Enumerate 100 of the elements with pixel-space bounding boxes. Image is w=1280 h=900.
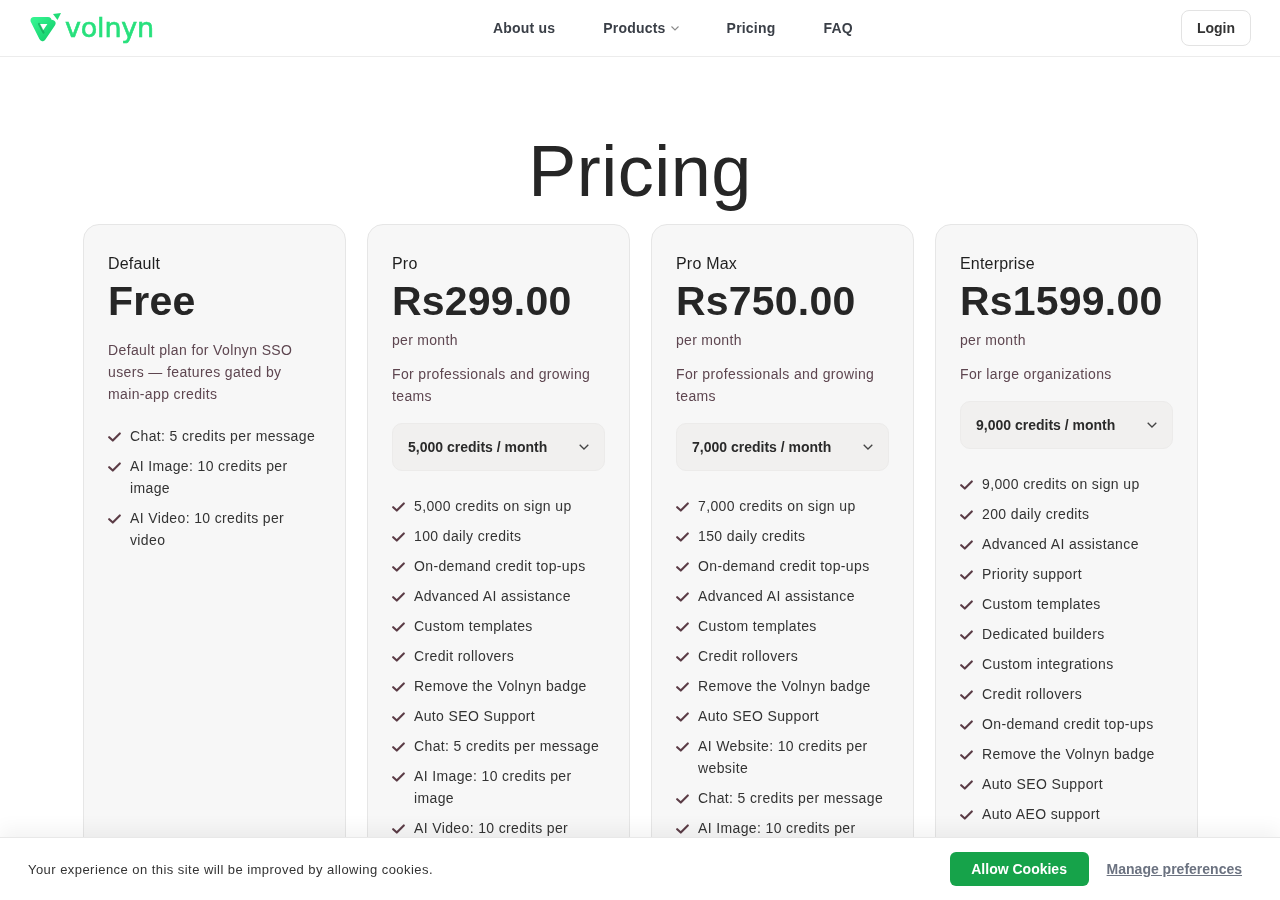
feature-text: Custom templates	[982, 595, 1101, 614]
check-icon	[960, 810, 973, 820]
plan-name: Default	[108, 254, 162, 274]
check-icon	[960, 600, 973, 610]
check-icon	[392, 532, 405, 542]
feature-text: Auto SEO Support	[982, 775, 1104, 794]
feature-text: Advanced AI assistance	[698, 587, 855, 606]
check-icon	[392, 824, 405, 834]
feature-text: Custom integrations	[982, 655, 1114, 674]
nav-link[interactable]: About us	[493, 20, 556, 36]
feature-text: Chat: 5 credits per message	[414, 737, 600, 756]
feature-text: Chat: 5 credits per message	[698, 789, 884, 808]
check-icon	[676, 824, 689, 834]
feature-text: Remove the Volnyn badge	[982, 745, 1155, 764]
check-icon	[676, 562, 689, 572]
check-icon	[960, 750, 973, 760]
plan-description: For professionals and growing teams	[676, 365, 876, 406]
nav-link[interactable]: FAQ	[823, 20, 853, 36]
feature-text: On-demand credit top-ups	[982, 715, 1154, 734]
nav-link[interactable]: Pricing	[726, 20, 776, 36]
feature-text: AI Image: 10 credits per image	[414, 767, 573, 808]
plan-name: Enterprise	[960, 254, 1036, 274]
feature-text: 150 daily credits	[698, 527, 806, 546]
plan-name: Pro Max	[676, 254, 738, 274]
check-icon	[960, 780, 973, 790]
check-icon	[392, 592, 405, 602]
check-icon	[676, 794, 689, 804]
check-icon	[676, 502, 689, 512]
check-icon	[960, 570, 973, 580]
check-icon	[392, 712, 405, 722]
feature-text: 5,000 credits on sign up	[414, 497, 572, 516]
check-icon	[960, 510, 973, 520]
check-icon	[676, 652, 689, 662]
check-icon	[960, 630, 973, 640]
feature-text: AI Image: 10 credits per	[698, 819, 856, 837]
check-icon	[960, 480, 973, 490]
check-icon	[392, 622, 405, 632]
plan-price: Rs299.00	[392, 278, 573, 324]
logo-text: volnyn	[65, 13, 154, 43]
feature-text: AI Video: 10 credits per	[414, 819, 569, 837]
check-icon	[392, 682, 405, 692]
check-icon	[676, 742, 689, 752]
check-icon	[960, 660, 973, 670]
check-icon	[676, 682, 689, 692]
check-icon	[392, 772, 405, 782]
nav-link[interactable]: Products	[603, 20, 679, 36]
check-icon	[108, 514, 121, 524]
plan-price: Free	[108, 278, 197, 324]
feature-text: Advanced AI assistance	[414, 587, 571, 606]
manage-preferences-link[interactable]: Manage preferences	[1106, 861, 1242, 877]
feature-text: Remove the Volnyn badge	[698, 677, 871, 696]
check-icon	[676, 622, 689, 632]
feature-text: Chat: 5 credits per message	[130, 427, 316, 446]
check-icon	[960, 690, 973, 700]
feature-text: 9,000 credits on sign up	[982, 475, 1140, 494]
check-icon	[676, 712, 689, 722]
price-period: per month	[960, 331, 1027, 350]
check-icon	[676, 532, 689, 542]
chevron-down-icon	[1147, 422, 1157, 428]
feature-text: Priority support	[982, 565, 1083, 584]
feature-text: Advanced AI assistance	[982, 535, 1139, 554]
plan-name: Pro	[392, 254, 419, 274]
feature-text: AI Image: 10 credits per image	[130, 457, 289, 498]
logo-icon	[28, 12, 61, 43]
feature-text: 200 daily credits	[982, 505, 1090, 524]
feature-text: On-demand credit top-ups	[414, 557, 586, 576]
feature-text: 7,000 credits on sign up	[698, 497, 856, 516]
page-title: Pricing	[527, 130, 753, 213]
plan-description: Default plan for Volnyn SSO users — features gated by main-app credits	[108, 341, 294, 404]
check-icon	[960, 720, 973, 730]
feature-text: 100 daily credits	[414, 527, 522, 546]
plan-price: Rs1599.00	[960, 278, 1164, 324]
feature-text: AI Website: 10 credits per website	[698, 737, 869, 778]
check-icon	[392, 742, 405, 752]
feature-text: On-demand credit top-ups	[698, 557, 870, 576]
login-button[interactable]: Login	[1180, 9, 1251, 46]
price-period: per month	[676, 331, 743, 350]
feature-text: Remove the Volnyn badge	[414, 677, 587, 696]
chevron-down-icon	[579, 444, 589, 450]
feature-text: Dedicated builders	[982, 625, 1105, 644]
feature-text: Custom templates	[414, 617, 533, 636]
feature-text: Credit rollovers	[982, 685, 1083, 704]
credits-select[interactable]: 9,000 credits / month	[960, 401, 1173, 449]
credits-select[interactable]: 7,000 credits / month	[676, 423, 889, 471]
cookie-message: Your experience on this site will be improved by allowing cookies.	[28, 861, 433, 877]
feature-text: Credit rollovers	[698, 647, 799, 666]
price-period: per month	[392, 331, 459, 350]
chevron-down-icon	[863, 444, 873, 450]
feature-text: Custom templates	[698, 617, 817, 636]
check-icon	[676, 592, 689, 602]
plan-description: For professionals and growing teams	[392, 365, 592, 406]
check-icon	[392, 562, 405, 572]
feature-text: Credit rollovers	[414, 647, 515, 666]
check-icon	[108, 432, 121, 442]
credits-select[interactable]: 5,000 credits / month	[392, 423, 605, 471]
plan-price: Rs750.00	[676, 278, 857, 324]
feature-text: Auto AEO support	[982, 805, 1100, 824]
check-icon	[960, 540, 973, 550]
feature-text: Auto SEO Support	[698, 707, 820, 726]
check-icon	[108, 462, 121, 472]
